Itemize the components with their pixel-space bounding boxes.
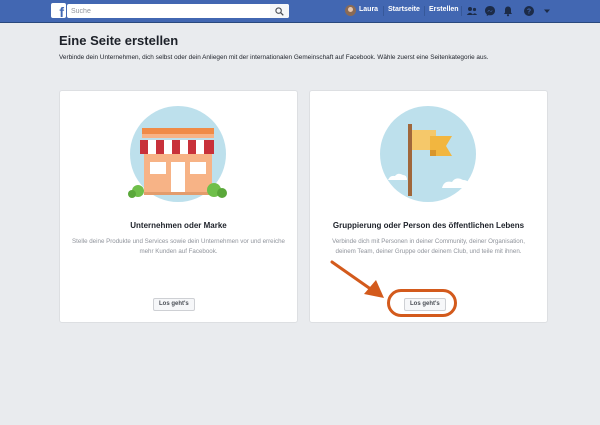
search-icon bbox=[275, 7, 284, 16]
search-button[interactable] bbox=[270, 4, 289, 18]
dropdown-caret-icon[interactable] bbox=[541, 5, 553, 17]
page-title: Eine Seite erstellen bbox=[59, 33, 179, 48]
nav-divider bbox=[383, 6, 384, 16]
nav-divider bbox=[461, 6, 462, 16]
nav-divider bbox=[424, 6, 425, 16]
svg-text:?: ? bbox=[527, 8, 531, 15]
card-title: Unternehmen oder Marke bbox=[130, 221, 227, 230]
friends-icon[interactable] bbox=[466, 5, 478, 17]
create-link[interactable]: Erstellen bbox=[429, 6, 459, 13]
notifications-icon[interactable] bbox=[502, 5, 514, 17]
flag-icon bbox=[380, 106, 476, 202]
help-icon[interactable]: ? bbox=[523, 5, 535, 17]
card-description: Verbinde dich mit Personen in deiner Com… bbox=[332, 238, 525, 255]
card-title: Gruppierung oder Person des öffentlichen… bbox=[332, 221, 525, 230]
profile-link[interactable]: Laura bbox=[359, 6, 378, 13]
storefront-icon bbox=[128, 106, 227, 202]
messenger-icon[interactable] bbox=[484, 5, 496, 17]
page-subtitle: Verbinde dein Unternehmen, dich selbst o… bbox=[59, 54, 489, 61]
top-navigation-bar: f Laura Startseite Erstellen ? bbox=[0, 0, 600, 23]
category-card-business[interactable]: Unternehmen oder Marke Stelle deine Prod… bbox=[59, 90, 298, 323]
avatar[interactable] bbox=[345, 5, 356, 16]
home-link[interactable]: Startseite bbox=[388, 6, 420, 13]
facebook-logo-icon[interactable]: f bbox=[51, 3, 66, 19]
search-input[interactable] bbox=[67, 4, 289, 18]
get-started-business-button[interactable]: Los geht's bbox=[153, 298, 195, 311]
card-description: Stelle deine Produkte und Services sowie… bbox=[72, 238, 285, 255]
annotation-arrow-icon bbox=[330, 260, 384, 298]
annotation-highlight-ring bbox=[387, 289, 457, 317]
